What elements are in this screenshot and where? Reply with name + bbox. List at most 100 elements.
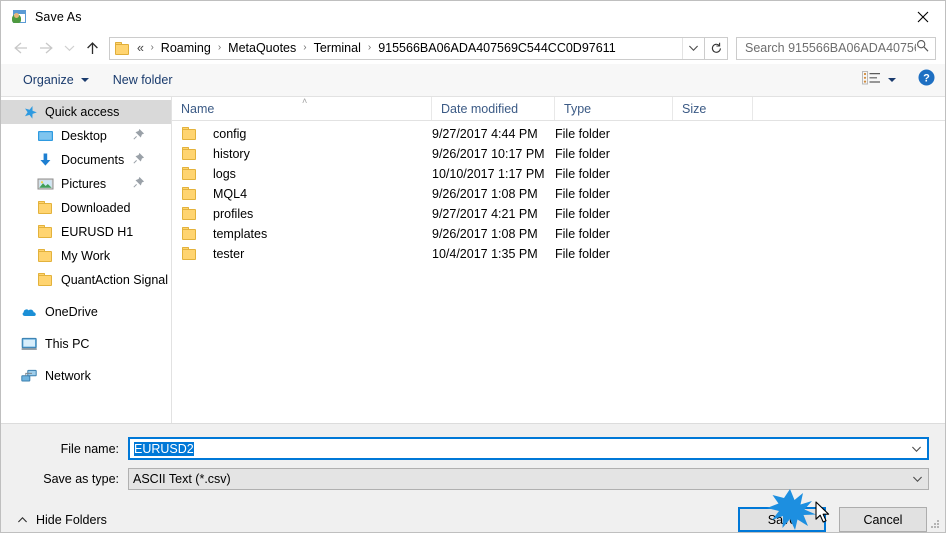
- breadcrumb-item-metaquotes[interactable]: MetaQuotes: [225, 41, 299, 55]
- folder-icon: [181, 146, 198, 162]
- file-type: File folder: [555, 247, 610, 261]
- column-headers: Name ˄ Date modified Type Size: [172, 97, 945, 121]
- file-name-cell: logs: [172, 166, 432, 182]
- file-name: history: [213, 147, 250, 161]
- window-title: Save As: [35, 9, 82, 24]
- refresh-icon[interactable]: [705, 36, 728, 60]
- cancel-label: Cancel: [863, 512, 903, 527]
- file-date: 9/26/2017 1:08 PM: [432, 227, 538, 241]
- chevron-down-icon[interactable]: [906, 475, 928, 483]
- title-bar: Save As: [1, 1, 945, 32]
- sidebar-item-desktop[interactable]: Desktop: [1, 124, 171, 148]
- folder-icon: [181, 126, 198, 142]
- new-folder-button[interactable]: New folder: [107, 70, 179, 90]
- breadcrumb-item-terminal-id[interactable]: 915566BA06ADA407569C544CC0D97611: [375, 41, 618, 55]
- sidebar-item-network[interactable]: Network: [1, 364, 171, 388]
- file-name-selected-text: EURUSD2: [134, 441, 194, 456]
- chevron-up-icon: [17, 513, 28, 527]
- hide-folders-button[interactable]: Hide Folders: [17, 513, 107, 527]
- help-button[interactable]: ?: [918, 69, 935, 91]
- file-type: File folder: [555, 167, 610, 181]
- file-name: profiles: [213, 207, 254, 221]
- sidebar-item-this-pc[interactable]: This PC: [1, 332, 171, 356]
- sidebar-item-pictures[interactable]: Pictures: [1, 172, 171, 196]
- dialog-body: Quick access Desktop Documents Pictures …: [1, 97, 945, 423]
- sidebar-item-label: This PC: [45, 337, 90, 351]
- save-button[interactable]: Save: [738, 507, 826, 532]
- save-as-type-select[interactable]: ASCII Text (*.csv): [128, 468, 929, 490]
- table-row[interactable]: logs 10/10/2017 1:17 PM File folder: [172, 164, 945, 184]
- sidebar-item-eurusd-h1[interactable]: EURUSD H1: [1, 220, 171, 244]
- save-as-type-row: Save as type: ASCII Text (*.csv): [1, 468, 945, 490]
- up-arrow-icon[interactable]: [79, 35, 105, 61]
- back-arrow-icon[interactable]: [7, 35, 33, 61]
- breadcrumb-separator: ›: [150, 42, 154, 53]
- sidebar-item-my-work[interactable]: My Work: [1, 244, 171, 268]
- forward-arrow-icon[interactable]: [33, 35, 59, 61]
- new-folder-label: New folder: [112, 73, 173, 87]
- sidebar-item-onedrive[interactable]: OneDrive: [1, 300, 171, 324]
- file-name-row: File name: EURUSD2: [1, 437, 945, 460]
- pin-icon[interactable]: [133, 176, 145, 191]
- folder-icon: [181, 186, 198, 202]
- desktop-icon: [37, 128, 54, 144]
- recent-locations-icon[interactable]: [59, 35, 79, 61]
- sidebar-item-label: QuantAction Signal: [61, 273, 169, 287]
- sidebar-item-downloaded[interactable]: Downloaded: [1, 196, 171, 220]
- change-view-button[interactable]: [858, 68, 900, 93]
- folder-icon: [115, 41, 131, 55]
- view-layout-icon: [862, 70, 881, 90]
- column-header-size[interactable]: Size: [673, 97, 753, 120]
- column-header-date-modified[interactable]: Date modified: [432, 97, 555, 120]
- sidebar-item-label: OneDrive: [45, 305, 98, 319]
- documents-icon: [37, 152, 54, 168]
- file-name-cell: profiles: [172, 206, 432, 222]
- chevron-down-icon[interactable]: [682, 37, 704, 59]
- sidebar-item-documents[interactable]: Documents: [1, 148, 171, 172]
- breadcrumb-item-terminal[interactable]: Terminal: [311, 41, 364, 55]
- file-date: 10/4/2017 1:35 PM: [432, 247, 538, 261]
- table-row[interactable]: tester 10/4/2017 1:35 PM File folder: [172, 244, 945, 264]
- column-header-type[interactable]: Type: [555, 97, 673, 120]
- file-name: MQL4: [213, 187, 248, 201]
- table-row[interactable]: history 9/26/2017 10:17 PM File folder: [172, 144, 945, 164]
- sidebar-item-label: EURUSD H1: [61, 225, 134, 239]
- sidebar-item-label: Documents: [61, 153, 125, 167]
- folder-icon: [37, 224, 54, 240]
- search-icon[interactable]: [916, 39, 929, 57]
- file-date: 9/26/2017 10:17 PM: [432, 147, 545, 161]
- address-bar[interactable]: « › Roaming › MetaQuotes › Terminal › 91…: [109, 36, 705, 60]
- file-type: File folder: [555, 187, 610, 201]
- table-row[interactable]: profiles 9/27/2017 4:21 PM File folder: [172, 204, 945, 224]
- file-date: 10/10/2017 1:17 PM: [432, 167, 545, 181]
- folder-icon: [181, 226, 198, 242]
- dialog-footer: File name: EURUSD2 Save as type: ASCII T…: [1, 423, 945, 532]
- breadcrumb-overflow[interactable]: «: [136, 41, 146, 55]
- breadcrumb-separator: ›: [367, 42, 372, 53]
- resize-grip-icon[interactable]: [929, 517, 941, 529]
- file-name-cell: history: [172, 146, 432, 162]
- pin-icon[interactable]: [133, 152, 145, 167]
- thispc-icon: [21, 336, 38, 352]
- breadcrumb-item-roaming[interactable]: Roaming: [158, 41, 214, 55]
- file-date: 9/27/2017 4:21 PM: [432, 207, 538, 221]
- file-name-cell: tester: [172, 246, 432, 262]
- button-row: Hide Folders Save Cancel: [1, 498, 945, 532]
- file-type: File folder: [555, 207, 610, 221]
- search-input[interactable]: Search 915566BA06ADA40756...: [745, 41, 916, 55]
- search-box[interactable]: Search 915566BA06ADA40756...: [736, 36, 936, 60]
- organize-button[interactable]: Organize: [17, 70, 95, 90]
- table-row[interactable]: templates 9/26/2017 1:08 PM File folder: [172, 224, 945, 244]
- close-icon[interactable]: [900, 1, 945, 32]
- sidebar-item-quick-access[interactable]: Quick access: [1, 100, 171, 124]
- table-row[interactable]: MQL4 9/26/2017 1:08 PM File folder: [172, 184, 945, 204]
- column-header-name[interactable]: Name ˄: [172, 97, 432, 120]
- file-name-input[interactable]: EURUSD2: [128, 437, 929, 460]
- table-row[interactable]: config 9/27/2017 4:44 PM File folder: [172, 124, 945, 144]
- cancel-button[interactable]: Cancel: [839, 507, 927, 532]
- chevron-down-icon[interactable]: [905, 445, 927, 453]
- sidebar-item-quantaction-signal[interactable]: QuantAction Signal: [1, 268, 171, 292]
- network-icon: [21, 368, 38, 384]
- pin-icon[interactable]: [133, 128, 145, 143]
- file-name-value[interactable]: EURUSD2: [130, 441, 905, 456]
